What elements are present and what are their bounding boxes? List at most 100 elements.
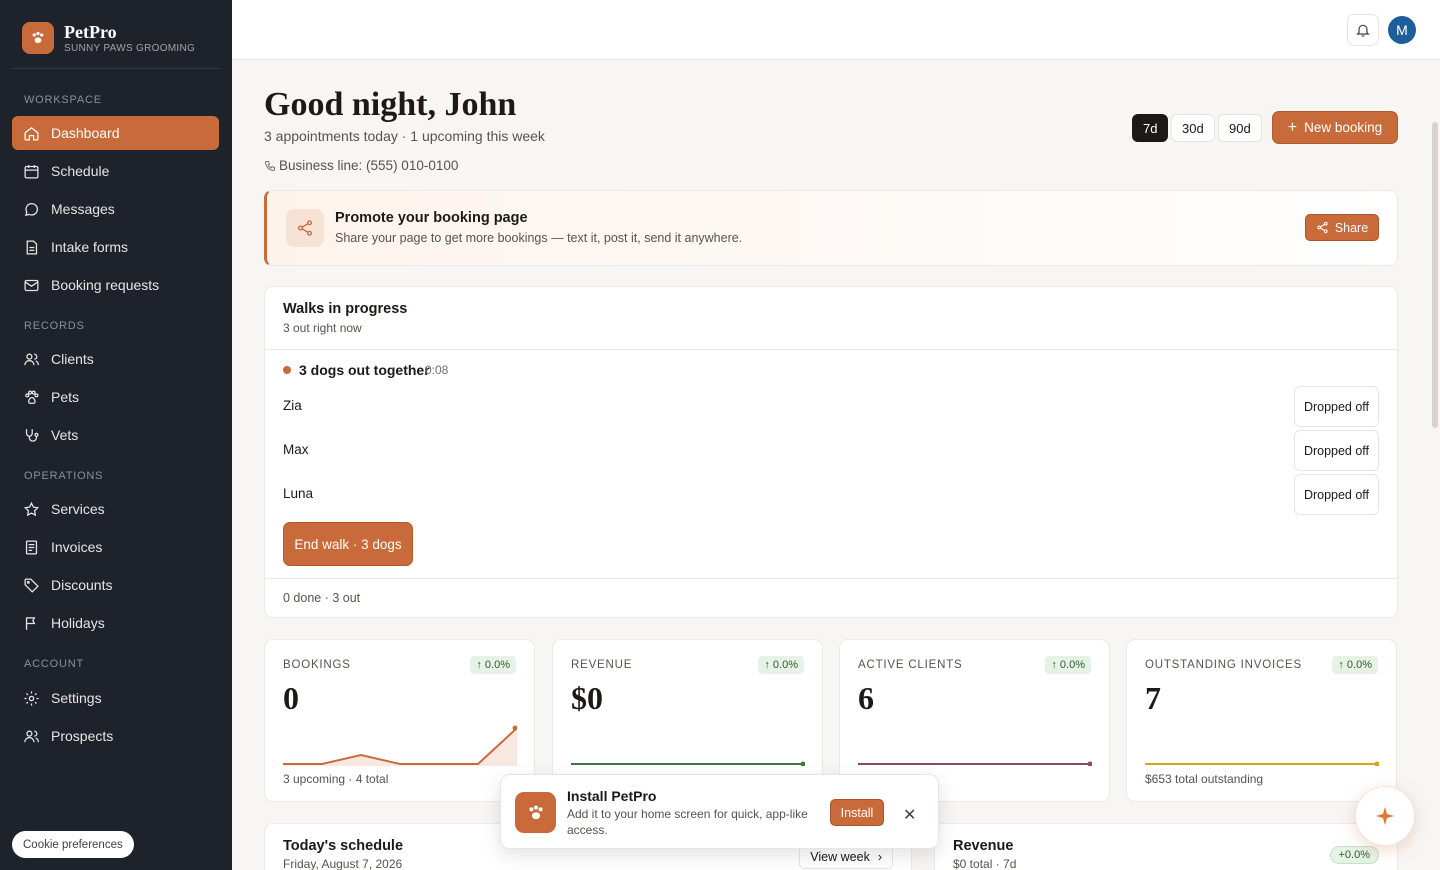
sidebar-item-messages[interactable]: Messages: [12, 192, 219, 226]
sparkline: [858, 761, 1092, 766]
chevron-right-icon: ›: [877, 850, 882, 864]
sidebar-item-booking-requests[interactable]: Booking requests: [12, 268, 219, 302]
new-booking-label: New booking: [1304, 120, 1383, 135]
brand[interactable]: PetPro SUNNY PAWS GROOMING: [22, 22, 195, 54]
stat-change-badge: ↑ 0.0%: [470, 656, 516, 674]
install-title: Install PetPro: [567, 788, 657, 804]
dropped-off-button[interactable]: Dropped off: [1294, 430, 1379, 471]
users-icon: [24, 730, 39, 742]
sidebar-item-label: Holidays: [51, 615, 105, 631]
calendar-icon: [24, 164, 39, 179]
paw-logo-icon: [515, 792, 556, 833]
revenue-change-badge: +0.0%: [1329, 846, 1379, 864]
revenue-title: Revenue: [953, 838, 1014, 854]
sidebar-item-holidays[interactable]: Holidays: [12, 606, 219, 640]
home-icon: [24, 126, 39, 141]
paw-logo-icon: [22, 22, 54, 54]
range-30d-button[interactable]: 30d: [1171, 114, 1215, 142]
dog-name: Max: [283, 442, 309, 457]
share-icon: [286, 209, 324, 247]
sidebar-item-dashboard[interactable]: Dashboard: [12, 116, 219, 150]
stat-footer: 3 upcoming · 4 total: [283, 772, 389, 786]
avatar[interactable]: M: [1388, 16, 1416, 44]
status-dot: [283, 366, 291, 374]
main-content: Good night, John 3 appointments today · …: [232, 60, 1440, 870]
assistant-button[interactable]: [1355, 786, 1415, 846]
sidebar-item-clients[interactable]: Clients: [12, 342, 219, 376]
stat-value: 6: [858, 680, 874, 716]
sparkline-end-dot: [1374, 761, 1379, 766]
sidebar-item-label: Settings: [51, 690, 102, 706]
sidebar-item-prospects[interactable]: Prospects: [12, 719, 219, 753]
stat-value: 0: [283, 680, 299, 716]
sidebar-item-label: Services: [51, 501, 105, 517]
sidebar-item-pets[interactable]: Pets: [12, 380, 219, 414]
walks-footer: 0 done · 3 out: [283, 591, 361, 605]
walk-group-timer: 0:08: [425, 363, 449, 377]
install-button[interactable]: Install: [830, 799, 884, 826]
sidebar-item-label: Pets: [51, 389, 80, 405]
users-icon: [24, 353, 39, 365]
sparkline-end-dot: [1087, 761, 1092, 766]
promo-subtitle: Share your page to get more bookings — t…: [335, 231, 743, 245]
nav-section-account: ACCOUNT: [24, 658, 84, 670]
revenue-subtitle: $0 total · 7d: [953, 857, 1017, 870]
scrollbar[interactable]: [1432, 122, 1438, 428]
install-prompt: Install PetPro Add it to your home scree…: [500, 774, 939, 849]
walks-title: Walks in progress: [283, 301, 408, 317]
file-icon: [26, 239, 38, 255]
dropped-off-button[interactable]: Dropped off: [1294, 474, 1379, 515]
share-label: Share: [1334, 220, 1369, 235]
brand-subtitle: SUNNY PAWS GROOMING: [64, 42, 196, 54]
sparkline: [283, 725, 517, 766]
range-7d-button[interactable]: 7d: [1132, 114, 1169, 142]
stat-label: ACTIVE CLIENTS: [858, 659, 963, 671]
nav-section-records: RECORDS: [24, 320, 85, 332]
sparkline: [571, 761, 805, 766]
walks-subtitle: 3 out right now: [283, 321, 362, 335]
phone-icon: [264, 160, 275, 171]
stat-change-badge: ↑ 0.0%: [1332, 656, 1378, 674]
sidebar-item-label: Messages: [51, 201, 115, 217]
stat-card-outstanding-invoices[interactable]: OUTSTANDING INVOICES ↑ 0.0% 7 $653 total…: [1126, 639, 1397, 802]
sidebar-item-schedule[interactable]: Schedule: [12, 154, 219, 188]
stat-change-badge: ↑ 0.0%: [758, 656, 804, 674]
sidebar-item-label: Booking requests: [51, 277, 160, 293]
dog-name: Luna: [283, 486, 314, 501]
nav-section-workspace: WORKSPACE: [24, 94, 102, 106]
stat-value: 7: [1145, 680, 1161, 716]
tag-icon: [24, 577, 39, 593]
sidebar: PetPro SUNNY PAWS GROOMING WORKSPACE Das…: [0, 0, 232, 870]
end-walk-button[interactable]: End walk · 3 dogs: [283, 522, 413, 566]
sidebar-item-intake-forms[interactable]: Intake forms: [12, 230, 219, 264]
sidebar-item-settings[interactable]: Settings: [12, 681, 219, 715]
flag-icon: [25, 616, 36, 630]
sidebar-item-label: Discounts: [51, 577, 113, 593]
top-bar: M: [232, 0, 1440, 60]
page-title: Good night, John: [264, 86, 517, 123]
divider: [265, 578, 1397, 579]
notifications-button[interactable]: [1347, 14, 1379, 46]
sidebar-item-discounts[interactable]: Discounts: [12, 568, 219, 602]
range-90d-button[interactable]: 90d: [1218, 114, 1262, 142]
paw-icon: [25, 389, 39, 404]
close-icon[interactable]: ✕: [903, 805, 916, 825]
sidebar-item-invoices[interactable]: Invoices: [12, 530, 219, 564]
star-icon: [23, 501, 40, 516]
install-subtitle: Add it to your home screen for quick, ap…: [567, 807, 808, 837]
new-booking-button[interactable]: + New booking: [1272, 111, 1398, 144]
dropped-off-button[interactable]: Dropped off: [1294, 386, 1379, 427]
cookie-preferences-button[interactable]: Cookie preferences: [12, 831, 134, 858]
sidebar-item-services[interactable]: Services: [12, 492, 219, 526]
stat-value: $0: [571, 680, 603, 716]
sidebar-item-vets[interactable]: Vets: [12, 418, 219, 452]
stat-label: OUTSTANDING INVOICES: [1145, 659, 1302, 671]
sidebar-item-label: Invoices: [51, 539, 103, 555]
business-phone: Business line: (555) 010-0100: [264, 158, 458, 173]
sidebar-item-label: Prospects: [51, 728, 114, 744]
dog-name: Zia: [283, 398, 302, 413]
business-phone-text: Business line: (555) 010-0100: [279, 158, 459, 173]
share-button[interactable]: Share: [1305, 214, 1379, 241]
stat-card-bookings[interactable]: BOOKINGS ↑ 0.0% 0 3 upcoming · 4 total: [264, 639, 535, 802]
sidebar-item-label: Clients: [51, 351, 94, 367]
